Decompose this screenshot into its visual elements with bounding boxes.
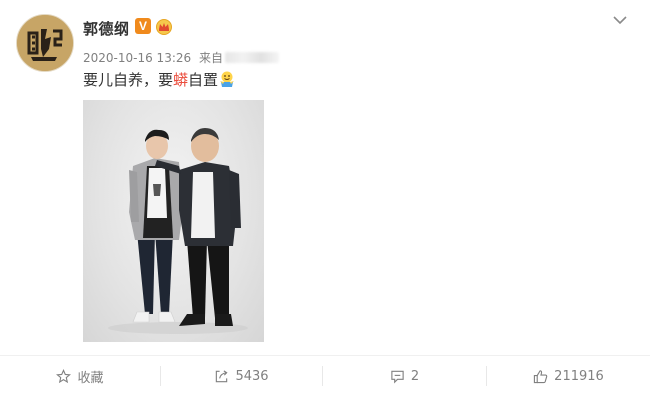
action-bar: 收藏 5436 2 211916 [0, 355, 650, 395]
comment-button[interactable]: 2 [323, 356, 486, 395]
comment-count: 2 [410, 368, 420, 384]
post-text-part2: 自置 [188, 71, 219, 89]
repost-count: 5436 [235, 368, 269, 384]
avatar[interactable] [16, 14, 74, 72]
favorite-label: 收藏 [77, 370, 104, 386]
post-text-part1: 要儿自养，要 [83, 71, 174, 89]
star-icon [56, 368, 72, 383]
thumbs-up-icon [534, 369, 548, 383]
emoji-icon [220, 71, 235, 87]
weibo-post-card: 郭德纲 V 2020-10-16 13:26 来自 要儿自养，要蟒自置 收藏 5… [0, 0, 650, 395]
post-text-highlight: 蟒 [173, 71, 189, 89]
post-meta: 2020-10-16 13:26 来自 [83, 49, 279, 66]
like-count: 211916 [554, 368, 604, 384]
repost-button[interactable]: 5436 [161, 356, 322, 395]
like-button[interactable]: 211916 [487, 356, 650, 395]
person-left [129, 129, 183, 323]
post-photo[interactable] [83, 100, 264, 342]
post-timestamp[interactable]: 2020-10-16 13:26 [83, 51, 191, 65]
post-source-blurred [224, 52, 279, 63]
chevron-down-icon[interactable] [612, 14, 628, 26]
favorite-button[interactable]: 收藏 [0, 356, 160, 395]
crown-icon [156, 19, 172, 35]
post-text: 要儿自养，要蟒自置 [83, 69, 236, 90]
user-name[interactable]: 郭德纲 [83, 18, 130, 39]
comment-icon [391, 370, 404, 383]
share-icon [216, 369, 228, 382]
post-source-prefix: 来自 [198, 51, 223, 65]
vip-badge: V [135, 18, 151, 34]
